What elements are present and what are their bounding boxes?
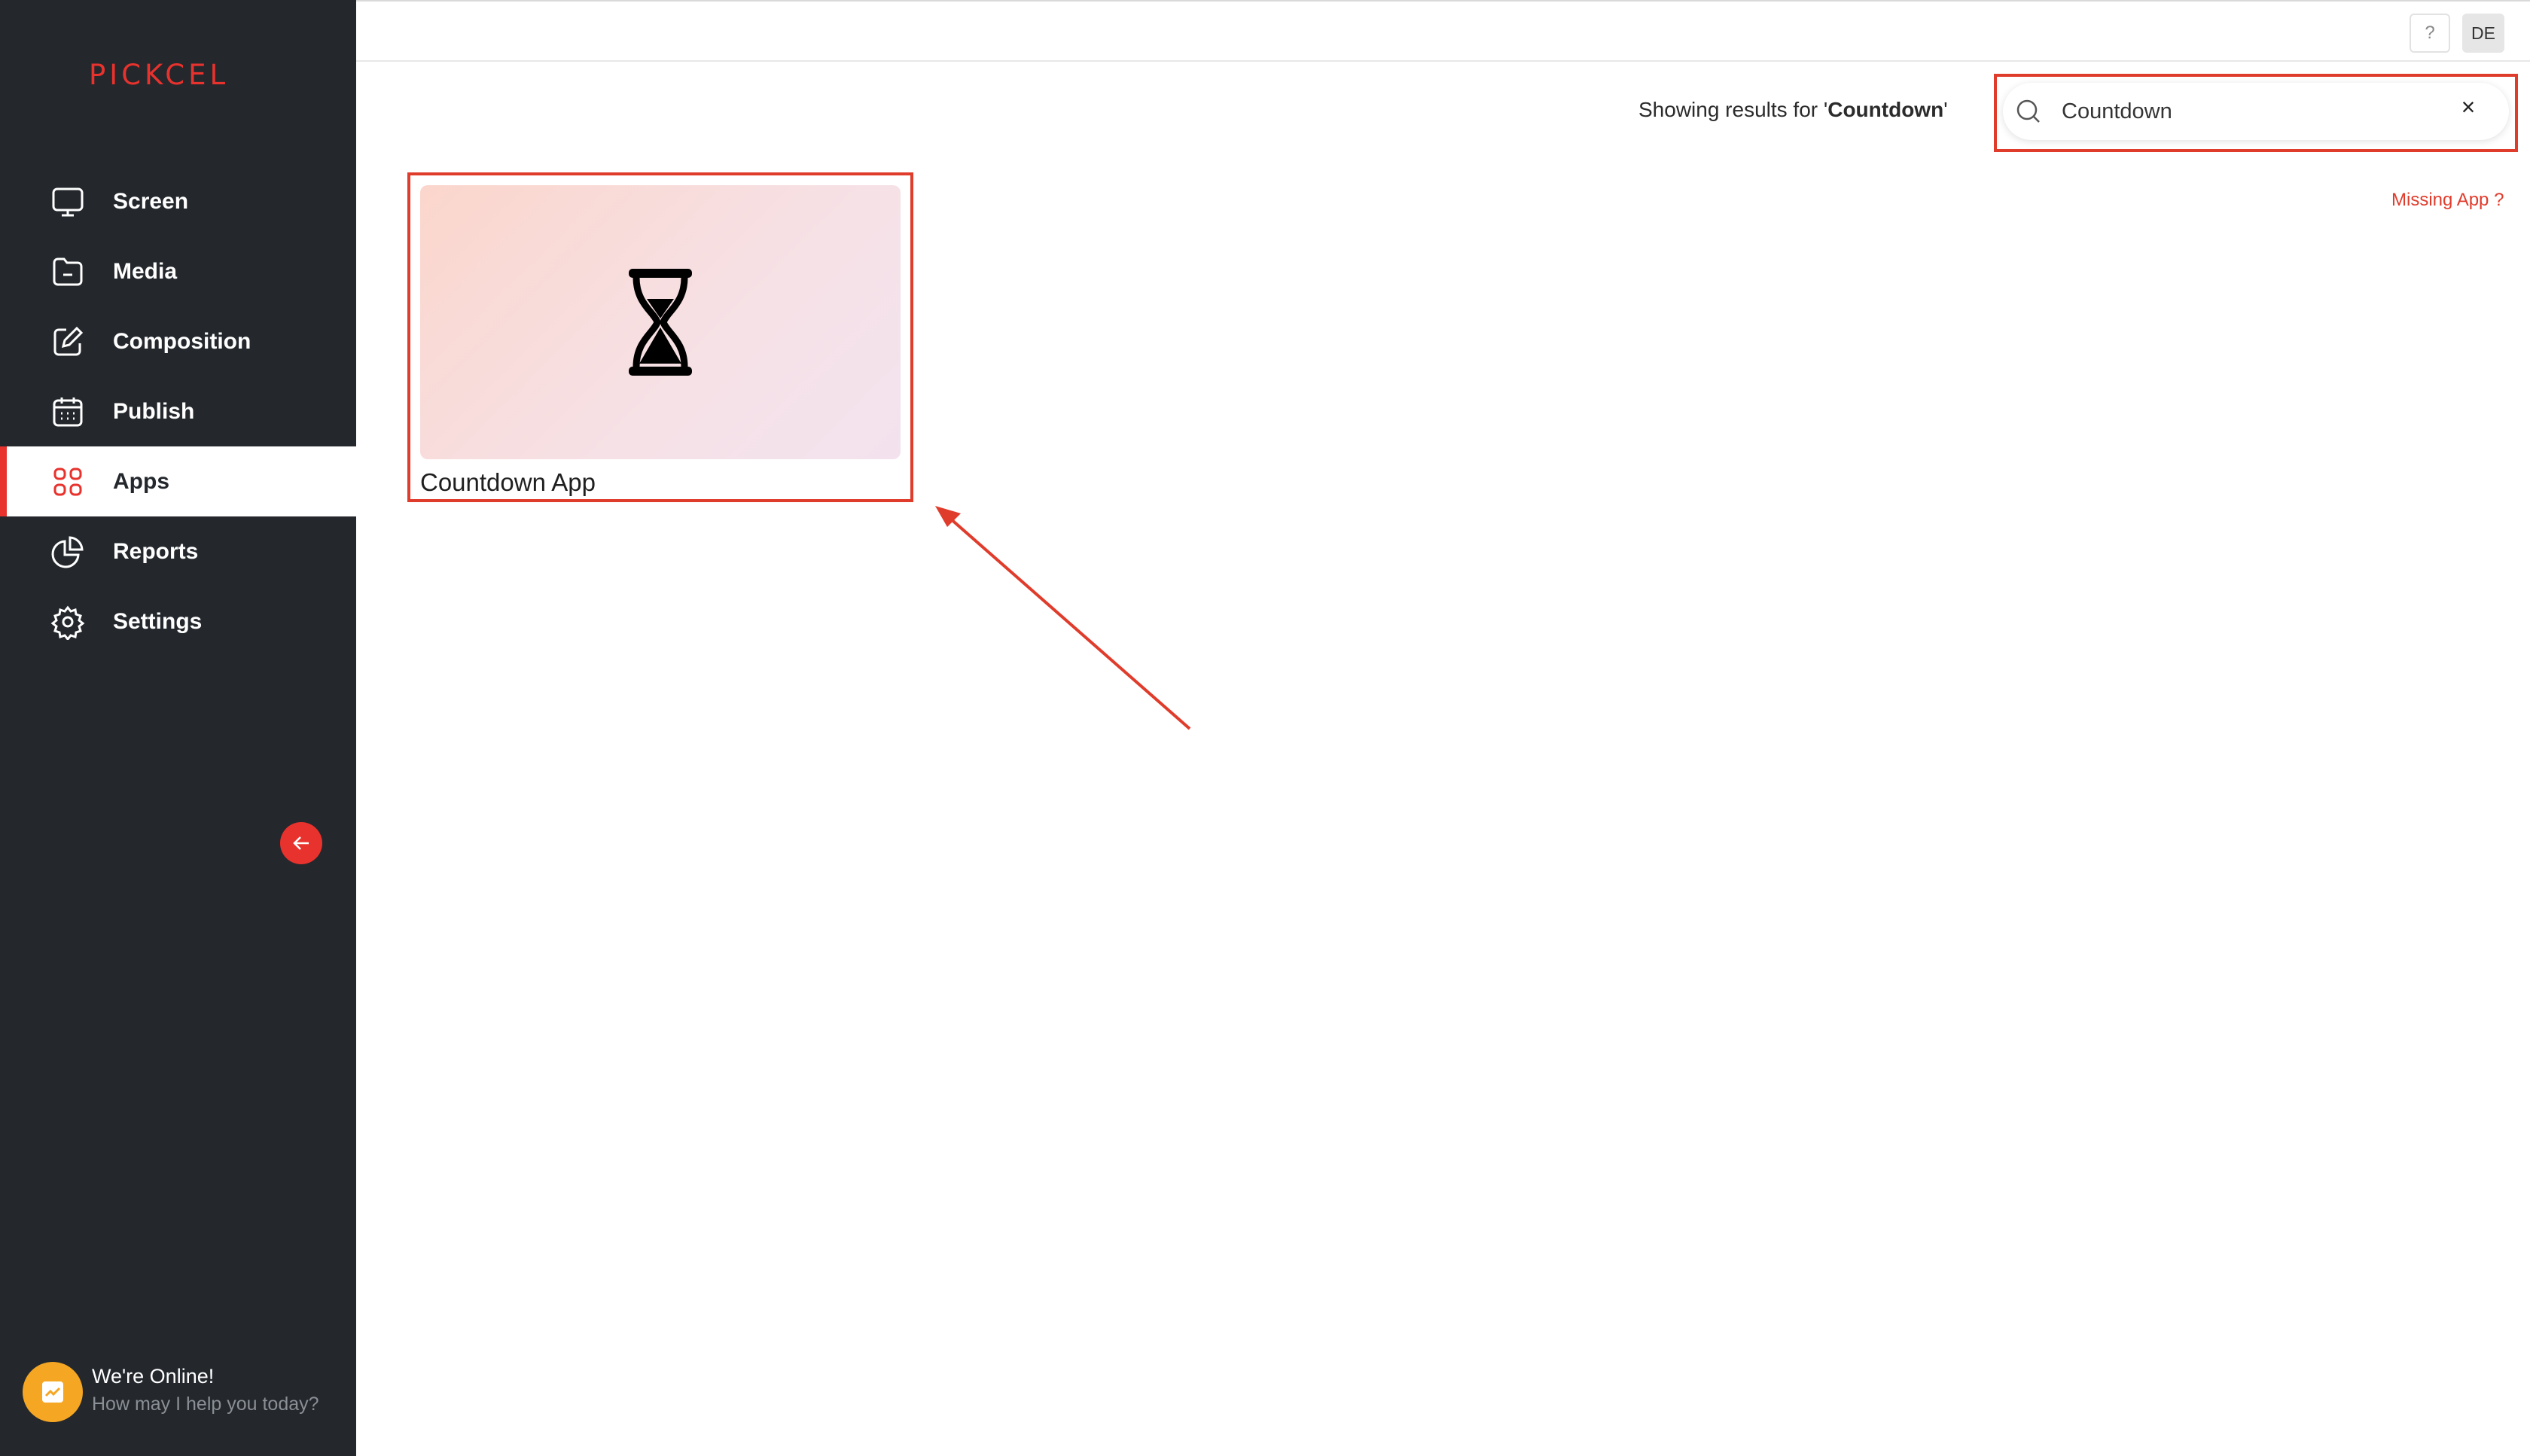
chat-avatar[interactable] bbox=[23, 1362, 83, 1422]
edit-icon bbox=[50, 324, 86, 360]
sidebar-item-label: Settings bbox=[113, 608, 203, 634]
pickcel-logo[interactable]: PICKCEL bbox=[89, 59, 229, 91]
folder-icon bbox=[50, 254, 86, 290]
chat-widget[interactable]: We're Online! How may I help you today? bbox=[23, 1360, 346, 1424]
sidebar-item-label: Screen bbox=[113, 188, 189, 214]
collapse-sidebar-button[interactable] bbox=[280, 822, 322, 864]
annotation-arrow bbox=[935, 506, 1191, 730]
search-results-text: Showing results for 'Countdown' bbox=[1638, 98, 1948, 121]
pie-chart-icon bbox=[50, 534, 86, 570]
search-input[interactable] bbox=[2062, 93, 2438, 129]
arrow-left-icon bbox=[293, 836, 309, 850]
search-icon bbox=[2016, 99, 2040, 123]
app-card-label[interactable]: Countdown App bbox=[420, 468, 596, 497]
sidebar-item-label: Apps bbox=[113, 468, 169, 494]
sidebar-item-apps[interactable]: Apps bbox=[0, 446, 356, 516]
help-button[interactable]: ? bbox=[2410, 14, 2450, 53]
sidebar-item-screen[interactable]: Screen bbox=[0, 166, 356, 236]
sidebar-item-label: Composition bbox=[113, 328, 251, 354]
hourglass-icon bbox=[629, 269, 692, 376]
top-bar: ? DE bbox=[356, 0, 2530, 62]
user-avatar-button[interactable]: DE bbox=[2462, 14, 2504, 53]
chat-title: We're Online! bbox=[92, 1365, 215, 1387]
sidebar-item-composition[interactable]: Composition bbox=[0, 306, 356, 376]
calendar-icon bbox=[50, 394, 86, 430]
search-results-term: Countdown bbox=[1827, 98, 1944, 121]
sidebar-item-label: Reports bbox=[113, 538, 199, 564]
missing-app-link[interactable]: Missing App ? bbox=[2391, 190, 2504, 211]
sidebar-item-label: Media bbox=[113, 258, 178, 284]
sidebar: PICKCEL Screen Media Composition Publish bbox=[0, 0, 356, 1456]
sidebar-item-label: Publish bbox=[113, 398, 195, 424]
sidebar-nav: Screen Media Composition Publish Apps Re… bbox=[0, 166, 356, 656]
clear-search-icon[interactable]: × bbox=[2456, 93, 2480, 120]
app-card-countdown[interactable] bbox=[420, 185, 901, 459]
chat-icon bbox=[42, 1381, 63, 1403]
apps-grid-icon bbox=[50, 464, 86, 500]
gear-icon bbox=[50, 604, 86, 641]
sidebar-item-reports[interactable]: Reports bbox=[0, 516, 356, 586]
sidebar-item-settings[interactable]: Settings bbox=[0, 586, 356, 656]
monitor-icon bbox=[50, 184, 86, 220]
sidebar-item-publish[interactable]: Publish bbox=[0, 376, 356, 446]
chat-subtitle: How may I help you today? bbox=[92, 1394, 319, 1415]
sidebar-item-media[interactable]: Media bbox=[0, 236, 356, 306]
